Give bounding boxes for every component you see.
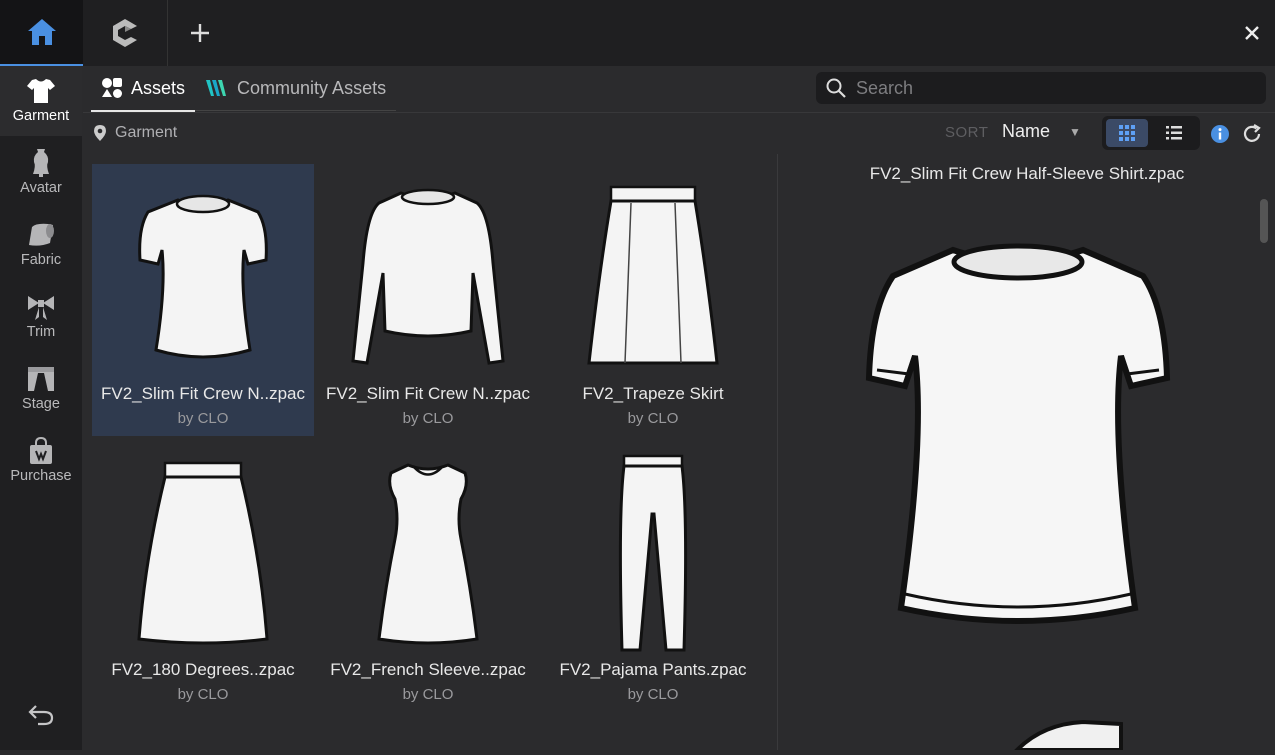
asset-title: FV2_French Sleeve..zpac (330, 660, 526, 679)
asset-card[interactable]: FV2_Slim Fit Crew N..zpac by CLO (317, 164, 539, 436)
sidebar-item-purchase[interactable]: Purchase (0, 426, 82, 496)
asset-tabs: Assets Community Assets (91, 66, 397, 112)
plus-icon (191, 24, 209, 42)
asset-author: by CLO (177, 686, 229, 703)
panel-divider (777, 154, 778, 750)
asset-card[interactable]: FV2_180 Degrees..zpac by CLO (92, 440, 314, 712)
garment-edge-preview (1012, 719, 1123, 752)
sidebar-item-stage[interactable]: Stage (0, 354, 82, 424)
breadcrumb-label: Garment (115, 124, 178, 141)
back-button[interactable] (24, 700, 58, 730)
search-input[interactable] (854, 76, 1258, 100)
asset-author: by CLO (177, 410, 229, 427)
info-button[interactable] (1210, 124, 1230, 144)
preview-title: FV2_Slim Fit Crew Half-Sleeve Shirt.zpac (869, 164, 1185, 183)
main-panel: Assets Community Assets Garment SORT Nam… (83, 66, 1275, 752)
asset-thumbnail (562, 452, 744, 656)
asset-thumbnail (337, 452, 519, 656)
refresh-button[interactable] (1241, 123, 1263, 145)
grid-view-button[interactable] (1106, 119, 1148, 147)
location-pin-icon (94, 125, 106, 141)
asset-author: by CLO (627, 686, 679, 703)
clo-tab[interactable] (83, 0, 168, 66)
info-icon (1211, 125, 1229, 143)
longsleeve-thumbnail (351, 188, 505, 365)
fabric-roll-icon (29, 223, 54, 246)
preview-next-view (1012, 716, 1123, 752)
sidebar: Garment Avatar Fabric Trim Stage Purchas… (0, 66, 82, 750)
close-button[interactable] (1237, 18, 1267, 48)
close-icon (1245, 26, 1259, 40)
sidebar-item-label: Stage (22, 396, 60, 412)
sidebar-item-avatar[interactable]: Avatar (0, 138, 82, 208)
home-tab[interactable] (0, 0, 83, 66)
bow-icon (28, 296, 54, 320)
list-view-icon (1166, 126, 1182, 140)
sidebar-item-label: Purchase (10, 468, 72, 484)
sidebar-item-label: Fabric (20, 252, 62, 268)
tshirt-icon (27, 79, 55, 103)
dress-thumbnail (377, 463, 479, 645)
home-icon (27, 19, 56, 45)
asset-title: FV2_Pajama Pants.zpac (559, 660, 747, 679)
assets-icon (102, 78, 122, 98)
sidebar-item-label: Garment (12, 108, 70, 124)
tshirt-thumbnail (138, 194, 268, 359)
asset-thumbnail (562, 176, 744, 380)
asset-thumbnail (112, 452, 294, 656)
community-logo-icon (206, 80, 227, 96)
sidebar-item-garment[interactable]: Garment (0, 66, 82, 136)
sidebar-item-label: Trim (26, 324, 56, 340)
top-bar (0, 0, 1275, 66)
mannequin-icon (33, 149, 49, 177)
flare-skirt-thumbnail (137, 461, 269, 645)
asset-title: FV2_Slim Fit Crew N..zpac (100, 384, 306, 403)
undo-arrow-icon (28, 705, 54, 726)
tab-community-label: Community Assets (237, 77, 387, 98)
breadcrumb[interactable]: Garment (93, 122, 177, 144)
sidebar-item-trim[interactable]: Trim (0, 282, 82, 352)
sort-label: SORT (945, 124, 989, 141)
list-view-button[interactable] (1153, 119, 1195, 147)
sidebar-item-fabric[interactable]: Fabric (0, 210, 82, 280)
asset-author: by CLO (402, 410, 454, 427)
asset-card[interactable]: FV2_French Sleeve..zpac by CLO (317, 440, 539, 712)
view-toggle (1102, 116, 1200, 150)
search-bar (816, 72, 1266, 104)
asset-author: by CLO (627, 410, 679, 427)
stage-icon (28, 367, 54, 391)
asset-title: FV2_Trapeze Skirt (582, 384, 724, 403)
asset-author: by CLO (402, 686, 454, 703)
header-divider (83, 112, 1275, 113)
chevron-down-icon[interactable]: ▼ (1069, 125, 1081, 139)
preview-scrollbar[interactable] (1260, 199, 1268, 243)
refresh-icon (1243, 124, 1261, 142)
asset-card[interactable]: FV2_Slim Fit Crew N..zpac by CLO (92, 164, 314, 436)
sidebar-item-label: Avatar (20, 180, 62, 196)
asset-card[interactable]: FV2_Pajama Pants.zpac by CLO (542, 440, 764, 712)
tshirt-preview (865, 243, 1171, 624)
asset-thumbnail (337, 176, 519, 380)
tab-assets[interactable]: Assets (91, 66, 196, 112)
asset-title: FV2_180 Degrees..zpac (111, 660, 295, 679)
tab-community-assets[interactable]: Community Assets (195, 66, 397, 111)
add-tab-button[interactable] (180, 14, 220, 52)
skirt-thumbnail (587, 185, 719, 365)
pants-thumbnail (618, 454, 688, 652)
tab-assets-label: Assets (131, 77, 186, 98)
clo-logo-icon (113, 19, 137, 47)
asset-card[interactable]: FV2_Trapeze Skirt by CLO (542, 164, 764, 436)
sort-select[interactable]: Name (1002, 121, 1050, 142)
grid-view-icon (1119, 125, 1135, 141)
search-icon (826, 78, 846, 98)
asset-title: FV2_Slim Fit Crew N..zpac (325, 384, 531, 403)
preview-image (853, 238, 1183, 638)
asset-thumbnail (112, 176, 294, 380)
shopping-bag-icon (30, 437, 52, 464)
